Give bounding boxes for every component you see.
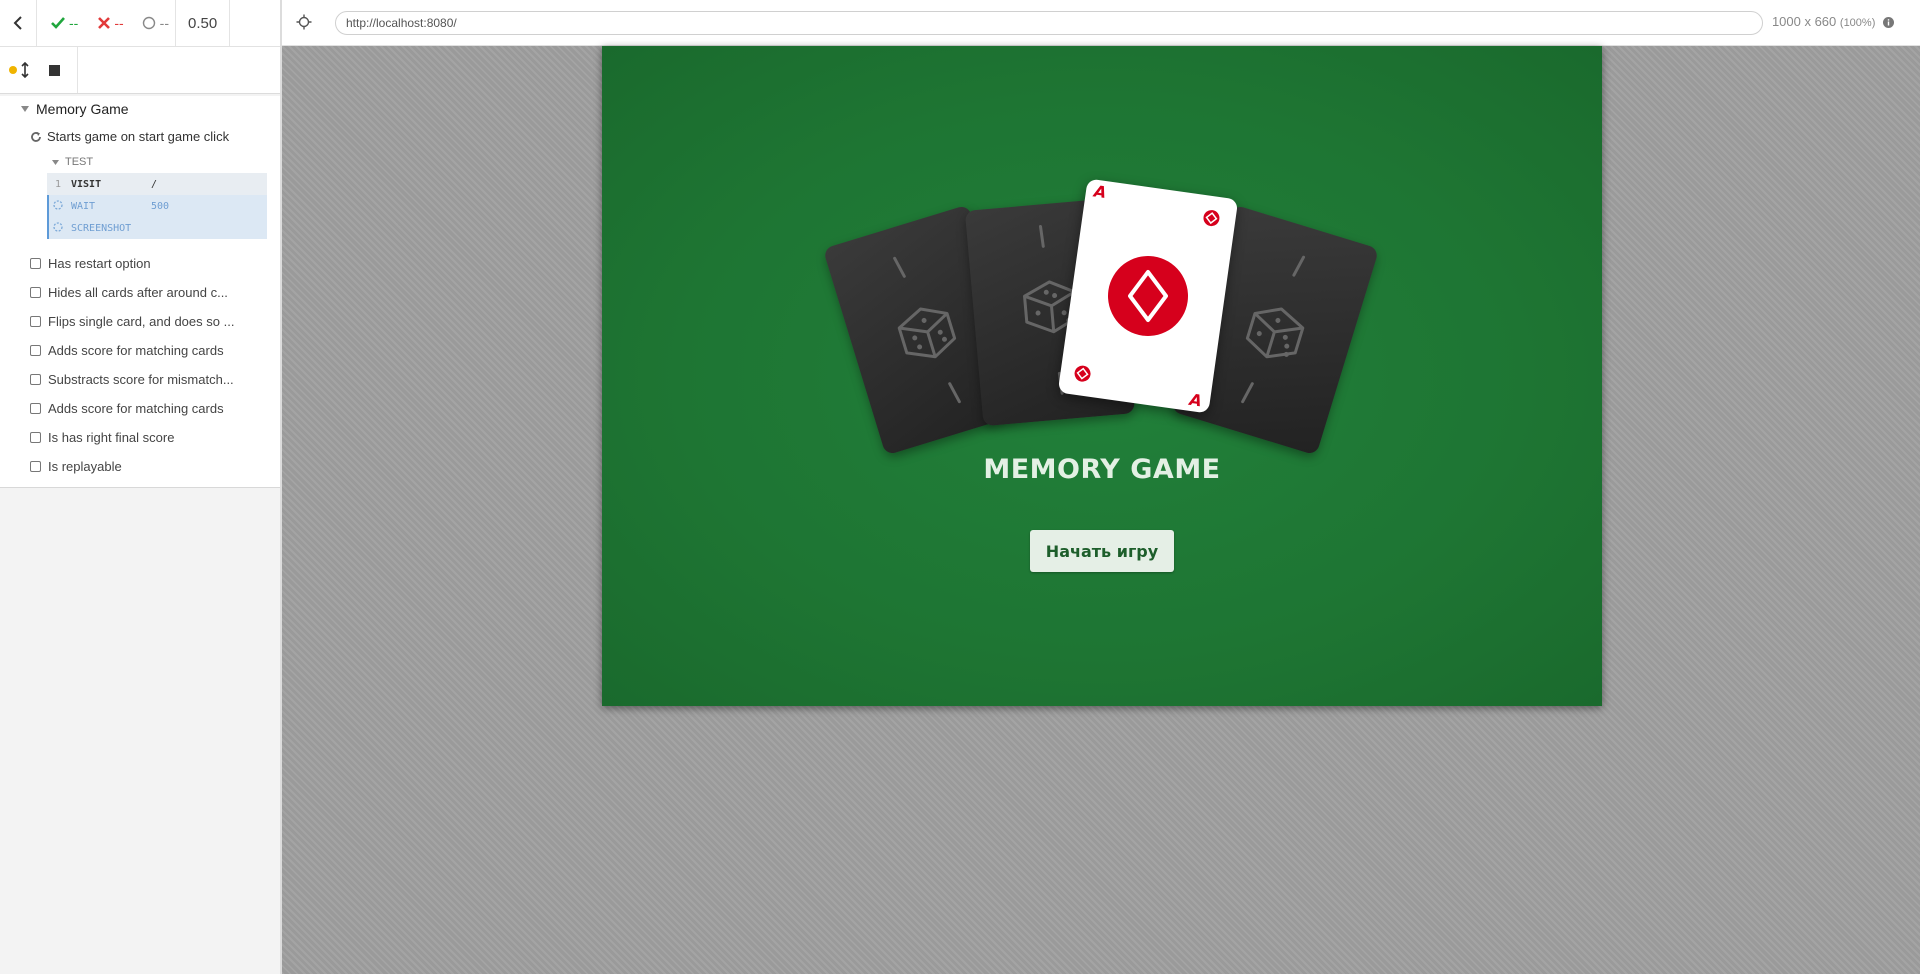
command-name: WAIT [71,200,96,212]
command-section-header[interactable]: TEST [47,151,267,173]
test-title: Adds score for matching cards [48,343,224,358]
viewport-info: 1000 x 660 (100%) [1772,14,1894,29]
command-row[interactable]: WAIT 500 [47,195,267,217]
test-title: Starts game on start game click [47,129,230,144]
test-title: Substracts score for mismatch... [48,372,234,387]
pending-count: -- [159,15,169,31]
test-status-icon [30,287,41,298]
x-icon [98,17,111,29]
test-running[interactable]: Starts game on start game click [0,122,280,151]
test-status-icon [30,316,41,327]
test-title: Is has right final score [48,430,175,445]
command-row[interactable]: 1 VISIT / [47,173,267,195]
failed-stat[interactable]: -- [88,15,133,31]
command-arg: / [151,178,158,190]
test-title: Is replayable [48,459,122,474]
section-label: TEST [65,156,94,168]
viewport-zoom: (100%) [1839,17,1876,29]
test-item[interactable]: Flips single card, and does so ... [0,307,280,336]
url-field[interactable]: http://localhost:8080/ [335,11,1763,35]
test-status-icon [30,374,41,385]
app-preview-area: A A MEMORY GAME Начать игру [282,46,1920,974]
memory-game-app: A A MEMORY GAME Начать игру [602,46,1602,706]
running-indicator-icon [9,66,17,74]
passed-count: -- [69,15,79,31]
spinner-icon [49,199,67,213]
suite-panel: Memory Game Starts game on start game cl… [0,96,280,488]
test-status-icon [30,461,41,472]
diamond-suit-icon [1074,210,1220,382]
controls-bar [0,47,280,94]
command-name: SCREENSHOT [71,222,132,234]
card-fan: A A [602,46,1602,456]
command-log: TEST 1 VISIT / WAIT 500 SCREENSHOT [47,151,267,239]
command-row[interactable]: SCREENSHOT [47,217,267,239]
duration: 0.50 [187,14,218,32]
test-status-icon [30,345,41,356]
selector-playground-icon[interactable] [296,14,312,35]
command-arg: 500 [151,200,170,212]
test-item[interactable]: Hides all cards after around c... [0,278,280,307]
suite-title: Memory Game [36,101,129,117]
test-item[interactable]: Has restart option [0,249,280,278]
stats-bar: -- -- -- 0.50 [0,0,280,47]
check-icon [51,17,65,29]
command-number: 1 [54,178,62,190]
caret-down-icon [21,106,29,112]
divider [77,47,78,93]
back-chevron-icon[interactable] [0,0,36,46]
test-item[interactable]: Adds score for matching cards [0,394,280,423]
game-title: MEMORY GAME [983,454,1221,485]
test-title: Adds score for matching cards [48,401,224,416]
divider [229,0,231,46]
suite-header[interactable]: Memory Game [0,96,280,122]
auto-scroll-icon[interactable] [21,62,29,78]
viewport-size: 1000 x 660 [1771,14,1837,29]
start-game-button[interactable]: Начать игру [1030,530,1174,572]
test-title: Hides all cards after around c... [48,285,228,300]
stop-icon[interactable] [49,64,60,76]
test-status-icon [30,403,41,414]
test-status-icon [30,432,41,443]
refresh-icon [31,131,41,142]
test-reporter: -- -- -- 0.50 Memory Game Starts game on… [0,0,282,974]
test-item[interactable]: Is replayable [0,452,280,481]
test-item[interactable]: Is has right final score [0,423,280,452]
test-title: Has restart option [48,256,151,271]
ace-of-diamonds-card: A A [1057,178,1239,414]
passed-stat[interactable]: -- [37,15,88,31]
pending-stat[interactable]: -- [134,15,175,31]
pending-circle-icon [142,16,155,30]
test-status-icon [30,258,41,269]
failed-count: -- [114,15,124,31]
test-item[interactable]: Substracts score for mismatch... [0,365,280,394]
browser-toolbar: http://localhost:8080/ 1000 x 660 (100%) [282,0,1920,46]
info-icon[interactable] [1883,17,1894,29]
spinner-icon [49,221,67,235]
caret-down-icon [52,159,59,165]
test-item[interactable]: Adds score for matching cards [0,336,280,365]
command-name: VISIT [71,178,102,190]
test-title: Flips single card, and does so ... [48,314,235,329]
